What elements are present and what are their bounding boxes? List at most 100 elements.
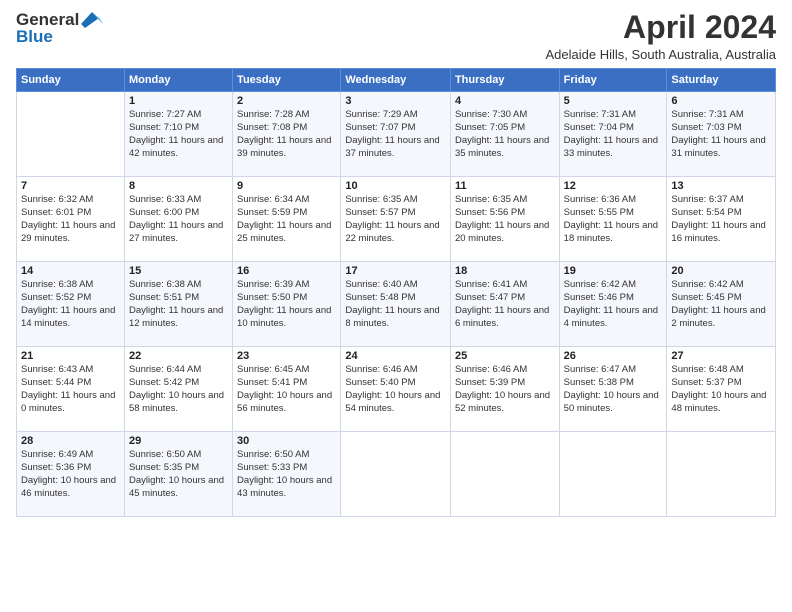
day-number: 25 bbox=[455, 350, 555, 362]
logo: General Blue bbox=[16, 10, 103, 47]
day-number: 1 bbox=[129, 95, 228, 107]
day-number: 11 bbox=[455, 180, 555, 192]
cell-info: Sunrise: 6:40 AMSunset: 5:48 PMDaylight:… bbox=[345, 279, 446, 330]
calendar-cell: 29Sunrise: 6:50 AMSunset: 5:35 PMDayligh… bbox=[124, 432, 232, 517]
calendar-cell: 1 Sunrise: 7:27 AMSunset: 7:10 PMDaylight… bbox=[124, 92, 232, 177]
cell-info: Sunrise: 6:49 AMSunset: 5:36 PMDaylight:… bbox=[21, 449, 120, 500]
calendar-header-monday: Monday bbox=[124, 69, 232, 92]
calendar-cell: 21 Sunrise: 6:43 AMSunset: 5:44 PMDayligh… bbox=[17, 347, 125, 432]
month-title: April 2024 bbox=[545, 10, 776, 45]
calendar-week-row: 7Sunrise: 6:32 AMSunset: 6:01 PMDaylight… bbox=[17, 177, 776, 262]
cell-info: Sunrise: 6:35 AMSunset: 5:57 PMDaylight:… bbox=[345, 194, 446, 245]
day-number: 28 bbox=[21, 435, 120, 447]
day-number: 15 bbox=[129, 265, 228, 277]
calendar-header-sunday: Sunday bbox=[17, 69, 125, 92]
day-number: 12 bbox=[564, 180, 663, 192]
calendar: SundayMondayTuesdayWednesdayThursdayFrid… bbox=[16, 68, 776, 517]
cell-info: Sunrise: 7:31 AMSunset: 7:03 PMDaylight:… bbox=[671, 109, 771, 160]
cell-info: Sunrise: 6:39 AMSunset: 5:50 PMDaylight:… bbox=[237, 279, 336, 330]
day-number: 7 bbox=[21, 180, 120, 192]
calendar-header-row: SundayMondayTuesdayWednesdayThursdayFrid… bbox=[17, 69, 776, 92]
calendar-cell: 5 Sunrise: 7:31 AMSunset: 7:04 PMDaylight… bbox=[559, 92, 667, 177]
cell-info: Sunrise: 6:35 AMSunset: 5:56 PMDaylight:… bbox=[455, 194, 555, 245]
cell-info: Sunrise: 6:47 AMSunset: 5:38 PMDaylight:… bbox=[564, 364, 663, 415]
calendar-cell: 4 Sunrise: 7:30 AMSunset: 7:05 PMDaylight… bbox=[450, 92, 559, 177]
cell-info: Sunrise: 6:37 AMSunset: 5:54 PMDaylight:… bbox=[671, 194, 771, 245]
calendar-week-row: 1 Sunrise: 7:27 AMSunset: 7:10 PMDaylight… bbox=[17, 92, 776, 177]
calendar-header-friday: Friday bbox=[559, 69, 667, 92]
day-number: 16 bbox=[237, 265, 336, 277]
cell-info: Sunrise: 6:38 AMSunset: 5:51 PMDaylight:… bbox=[129, 279, 228, 330]
calendar-cell bbox=[341, 432, 451, 517]
day-number: 26 bbox=[564, 350, 663, 362]
calendar-cell: 17 Sunrise: 6:40 AMSunset: 5:48 PMDayligh… bbox=[341, 262, 451, 347]
calendar-cell: 7Sunrise: 6:32 AMSunset: 6:01 PMDaylight… bbox=[17, 177, 125, 262]
calendar-cell bbox=[559, 432, 667, 517]
day-number: 2 bbox=[237, 95, 336, 107]
day-number: 24 bbox=[345, 350, 446, 362]
cell-info: Sunrise: 7:27 AMSunset: 7:10 PMDaylight:… bbox=[129, 109, 228, 160]
day-number: 30 bbox=[237, 435, 336, 447]
calendar-cell: 19 Sunrise: 6:42 AMSunset: 5:46 PMDayligh… bbox=[559, 262, 667, 347]
calendar-cell: 11 Sunrise: 6:35 AMSunset: 5:56 PMDayligh… bbox=[450, 177, 559, 262]
cell-info: Sunrise: 6:33 AMSunset: 6:00 PMDaylight:… bbox=[129, 194, 228, 245]
calendar-cell: 27 Sunrise: 6:48 AMSunset: 5:37 PMDayligh… bbox=[667, 347, 776, 432]
header: General Blue April 2024 Adelaide Hills, … bbox=[16, 10, 776, 62]
cell-info: Sunrise: 6:41 AMSunset: 5:47 PMDaylight:… bbox=[455, 279, 555, 330]
logo-blue: Blue bbox=[16, 28, 103, 47]
cell-info: Sunrise: 6:36 AMSunset: 5:55 PMDaylight:… bbox=[564, 194, 663, 245]
day-number: 20 bbox=[671, 265, 771, 277]
day-number: 5 bbox=[564, 95, 663, 107]
title-block: April 2024 Adelaide Hills, South Austral… bbox=[545, 10, 776, 62]
calendar-cell: 24 Sunrise: 6:46 AMSunset: 5:40 PMDayligh… bbox=[341, 347, 451, 432]
logo-icon bbox=[81, 10, 103, 30]
calendar-week-row: 14 Sunrise: 6:38 AMSunset: 5:52 PMDayligh… bbox=[17, 262, 776, 347]
day-number: 27 bbox=[671, 350, 771, 362]
calendar-header-thursday: Thursday bbox=[450, 69, 559, 92]
calendar-cell: 28 Sunrise: 6:49 AMSunset: 5:36 PMDayligh… bbox=[17, 432, 125, 517]
day-number: 3 bbox=[345, 95, 446, 107]
calendar-week-row: 21 Sunrise: 6:43 AMSunset: 5:44 PMDayligh… bbox=[17, 347, 776, 432]
calendar-cell: 25 Sunrise: 6:46 AMSunset: 5:39 PMDayligh… bbox=[450, 347, 559, 432]
day-number: 10 bbox=[345, 180, 446, 192]
calendar-header-tuesday: Tuesday bbox=[233, 69, 341, 92]
cell-info: Sunrise: 6:46 AMSunset: 5:39 PMDaylight:… bbox=[455, 364, 555, 415]
calendar-cell: 3 Sunrise: 7:29 AMSunset: 7:07 PMDaylight… bbox=[341, 92, 451, 177]
calendar-cell: 6 Sunrise: 7:31 AMSunset: 7:03 PMDaylight… bbox=[667, 92, 776, 177]
cell-info: Sunrise: 6:50 AMSunset: 5:35 PMDaylight:… bbox=[129, 449, 228, 500]
day-number: 19 bbox=[564, 265, 663, 277]
cell-info: Sunrise: 6:48 AMSunset: 5:37 PMDaylight:… bbox=[671, 364, 771, 415]
calendar-cell: 10 Sunrise: 6:35 AMSunset: 5:57 PMDayligh… bbox=[341, 177, 451, 262]
calendar-cell: 12 Sunrise: 6:36 AMSunset: 5:55 PMDayligh… bbox=[559, 177, 667, 262]
day-number: 17 bbox=[345, 265, 446, 277]
day-number: 23 bbox=[237, 350, 336, 362]
cell-info: Sunrise: 6:45 AMSunset: 5:41 PMDaylight:… bbox=[237, 364, 336, 415]
day-number: 9 bbox=[237, 180, 336, 192]
day-number: 14 bbox=[21, 265, 120, 277]
cell-info: Sunrise: 6:46 AMSunset: 5:40 PMDaylight:… bbox=[345, 364, 446, 415]
cell-info: Sunrise: 7:30 AMSunset: 7:05 PMDaylight:… bbox=[455, 109, 555, 160]
day-number: 18 bbox=[455, 265, 555, 277]
cell-info: Sunrise: 6:42 AMSunset: 5:46 PMDaylight:… bbox=[564, 279, 663, 330]
cell-info: Sunrise: 6:38 AMSunset: 5:52 PMDaylight:… bbox=[21, 279, 120, 330]
subtitle: Adelaide Hills, South Australia, Austral… bbox=[545, 47, 776, 62]
calendar-cell: 23 Sunrise: 6:45 AMSunset: 5:41 PMDayligh… bbox=[233, 347, 341, 432]
cell-info: Sunrise: 6:44 AMSunset: 5:42 PMDaylight:… bbox=[129, 364, 228, 415]
page: General Blue April 2024 Adelaide Hills, … bbox=[0, 0, 792, 612]
cell-info: Sunrise: 7:28 AMSunset: 7:08 PMDaylight:… bbox=[237, 109, 336, 160]
day-number: 6 bbox=[671, 95, 771, 107]
cell-info: Sunrise: 7:29 AMSunset: 7:07 PMDaylight:… bbox=[345, 109, 446, 160]
calendar-cell: 13Sunrise: 6:37 AMSunset: 5:54 PMDayligh… bbox=[667, 177, 776, 262]
calendar-week-row: 28 Sunrise: 6:49 AMSunset: 5:36 PMDayligh… bbox=[17, 432, 776, 517]
calendar-cell: 22Sunrise: 6:44 AMSunset: 5:42 PMDayligh… bbox=[124, 347, 232, 432]
day-number: 4 bbox=[455, 95, 555, 107]
cell-info: Sunrise: 7:31 AMSunset: 7:04 PMDaylight:… bbox=[564, 109, 663, 160]
cell-info: Sunrise: 6:50 AMSunset: 5:33 PMDaylight:… bbox=[237, 449, 336, 500]
cell-info: Sunrise: 6:43 AMSunset: 5:44 PMDaylight:… bbox=[21, 364, 120, 415]
calendar-cell bbox=[17, 92, 125, 177]
calendar-cell bbox=[450, 432, 559, 517]
day-number: 21 bbox=[21, 350, 120, 362]
calendar-cell bbox=[667, 432, 776, 517]
calendar-cell: 30 Sunrise: 6:50 AMSunset: 5:33 PMDayligh… bbox=[233, 432, 341, 517]
calendar-cell: 18 Sunrise: 6:41 AMSunset: 5:47 PMDayligh… bbox=[450, 262, 559, 347]
